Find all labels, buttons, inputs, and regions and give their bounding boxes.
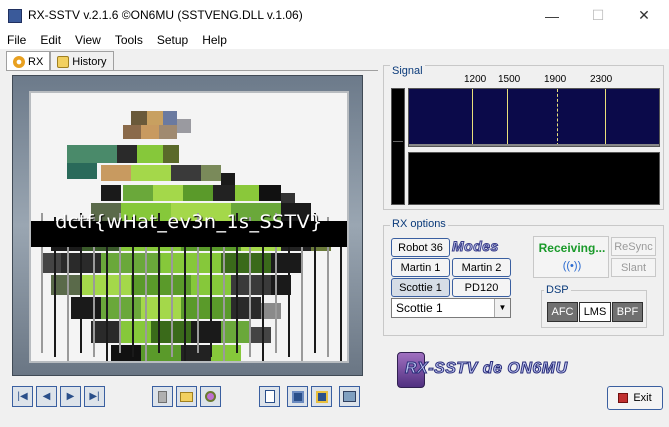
- app-icon: [8, 9, 22, 23]
- afc-button[interactable]: AFC: [547, 302, 578, 322]
- last-image-button[interactable]: ▶|: [84, 386, 105, 407]
- mode-select-value: Scottie 1: [396, 301, 443, 315]
- menu-help[interactable]: Help: [195, 31, 234, 49]
- scan-icon: [343, 391, 356, 402]
- window-title: RX-SSTV v.2.1.6 ©ON6MU (SSTVENG.DLL v.1.…: [28, 8, 303, 22]
- trash-icon: [158, 390, 167, 403]
- resync-button[interactable]: ReSync: [611, 237, 656, 256]
- exit-button[interactable]: Exit: [607, 386, 663, 410]
- waterfall-display: [408, 152, 660, 205]
- maximize-button[interactable]: ☐: [575, 0, 621, 31]
- copy-button[interactable]: [259, 386, 280, 407]
- save-as-button[interactable]: [311, 386, 332, 407]
- menu-file[interactable]: File: [0, 31, 33, 49]
- mode-select[interactable]: Scottie 1 ▼: [391, 298, 511, 318]
- dsp-label: DSP: [544, 284, 571, 296]
- marker-1500: [507, 89, 508, 146]
- image-frame: dctf{wHat_ev3n_1s_SSTV}: [12, 75, 363, 376]
- slant-button[interactable]: Slant: [611, 258, 656, 277]
- antenna-icon: ((•)): [562, 260, 582, 272]
- modes-logo: Modes: [452, 238, 499, 255]
- logo-text: RX-SSTV de ON6MU: [405, 360, 568, 378]
- received-image: dctf{wHat_ev3n_1s_SSTV}: [29, 91, 349, 363]
- save-as-icon: [315, 390, 328, 403]
- tab-rx[interactable]: RX: [6, 51, 51, 71]
- freq-1200: 1200: [464, 74, 487, 85]
- freq-2300: 2300: [590, 74, 613, 85]
- tab-divider: [6, 70, 378, 71]
- minimize-button[interactable]: —: [529, 0, 575, 31]
- signal-level-meter: [391, 88, 405, 205]
- marker-2300: [605, 89, 606, 146]
- save-button[interactable]: [287, 386, 308, 407]
- menu-bar: File Edit View Tools Setup Help: [0, 31, 669, 49]
- menu-tools[interactable]: Tools: [108, 31, 150, 49]
- close-button[interactable]: ✕: [621, 0, 667, 31]
- first-icon: |◀: [17, 391, 28, 402]
- open-folder-icon: [180, 391, 193, 402]
- lms-button[interactable]: LMS: [579, 302, 611, 322]
- mode-martin1-button[interactable]: Martin 1: [391, 258, 450, 277]
- tab-rx-label: RX: [28, 55, 44, 68]
- next-image-button[interactable]: ▶: [60, 386, 81, 407]
- zoom-icon: [205, 391, 216, 402]
- mode-martin2-button[interactable]: Martin 2: [452, 258, 511, 277]
- history-icon: [57, 55, 70, 68]
- gear-icon: [13, 55, 25, 68]
- last-icon: ▶|: [89, 391, 100, 402]
- tab-history[interactable]: History: [50, 51, 114, 71]
- receiving-label: Receiving...: [538, 241, 606, 255]
- copy-icon: [264, 390, 275, 403]
- prev-icon: ◀: [42, 391, 51, 402]
- menu-view[interactable]: View: [68, 31, 108, 49]
- delete-button[interactable]: [152, 386, 173, 407]
- first-image-button[interactable]: |◀: [12, 386, 33, 407]
- exit-icon: [618, 393, 629, 403]
- spectrum-display: [408, 88, 660, 147]
- scan-button[interactable]: [339, 386, 360, 407]
- freq-1900: 1900: [544, 74, 567, 85]
- tab-bar: RX History: [6, 51, 114, 71]
- prev-image-button[interactable]: ◀: [36, 386, 57, 407]
- zoom-button[interactable]: [200, 386, 221, 407]
- title-bar: RX-SSTV v.2.1.6 ©ON6MU (SSTVENG.DLL v.1.…: [0, 0, 669, 31]
- receiving-status: Receiving... ((•)): [533, 236, 609, 278]
- signal-label: Signal: [390, 65, 425, 77]
- save-icon: [291, 390, 304, 403]
- chevron-down-icon[interactable]: ▼: [494, 299, 510, 317]
- mode-robot36-button[interactable]: Robot 36: [391, 238, 450, 257]
- rx-options-label: RX options: [390, 218, 448, 230]
- menu-edit[interactable]: Edit: [33, 31, 68, 49]
- rx-sstv-logo: RX-SSTV de ON6MU: [393, 350, 603, 394]
- bpf-button[interactable]: BPF: [612, 302, 643, 322]
- tab-history-label: History: [72, 55, 107, 68]
- mode-pd120-button[interactable]: PD120: [452, 278, 511, 297]
- mode-scottie1-button[interactable]: Scottie 1: [391, 278, 450, 297]
- marker-1200: [472, 89, 473, 146]
- next-icon: ▶: [66, 391, 75, 402]
- open-button[interactable]: [176, 386, 197, 407]
- image-overlay-text: dctf{wHat_ev3n_1s_SSTV}: [55, 211, 323, 233]
- freq-1500: 1500: [498, 74, 521, 85]
- exit-label: Exit: [633, 392, 652, 404]
- menu-setup[interactable]: Setup: [150, 31, 195, 49]
- marker-1900: [557, 89, 558, 146]
